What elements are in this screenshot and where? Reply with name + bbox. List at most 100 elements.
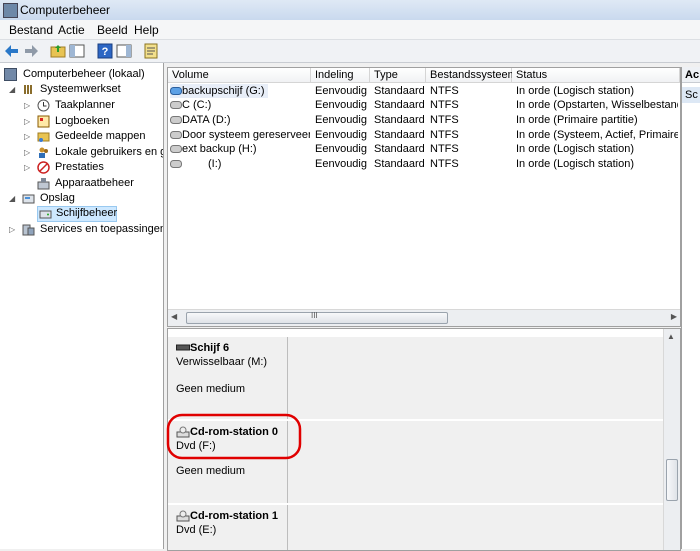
type-cell: Standaard: [374, 114, 425, 126]
disk-management-icon: [39, 207, 52, 220]
scroll-left-icon[interactable]: ◀: [171, 312, 177, 321]
status-cell: In orde (Primaire partitie): [516, 114, 638, 126]
status-cell: In orde (Systeem, Actief, Primaire pa: [516, 129, 678, 141]
device-manager-icon: [37, 177, 50, 190]
status-cell: In orde (Logisch station): [516, 158, 635, 170]
volume-cell: backupschijf (G:): [170, 84, 268, 98]
back-arrow-icon[interactable]: [4, 43, 20, 59]
users-icon: [37, 146, 50, 159]
type-cell: Standaard: [374, 85, 425, 97]
performance-icon: [37, 161, 50, 174]
scroll-thumb[interactable]: [666, 459, 678, 501]
title-bar: Computerbeheer: [0, 0, 700, 21]
scroll-right-icon[interactable]: ▶: [671, 312, 677, 321]
column-header-layout[interactable]: Indeling: [311, 68, 370, 83]
collapsed-arrow-icon[interactable]: ▷: [9, 225, 15, 234]
horizontal-scrollbar[interactable]: ◀ III ▶: [168, 309, 680, 326]
filesystem-cell: NTFS: [430, 114, 459, 126]
disk-title: Schijf 6: [176, 342, 229, 354]
tree-item-disk-management[interactable]: Schijfbeheer: [37, 206, 117, 222]
actions-item[interactable]: Sc: [682, 87, 700, 103]
disk-status: Geen medium: [176, 465, 246, 477]
window-title: Computerbeheer: [20, 3, 111, 17]
volume-list: Volume Indeling Type Bestandssysteem Sta…: [167, 67, 681, 327]
svg-text:?: ?: [102, 46, 109, 58]
annotation-highlight-ellipse: [166, 413, 302, 460]
console-tree-icon[interactable]: [69, 43, 85, 59]
scroll-thumb[interactable]: III: [186, 311, 448, 324]
cdrom-icon: [176, 510, 190, 522]
disk-partition-area: [288, 337, 664, 419]
collapsed-arrow-icon[interactable]: ▷: [24, 148, 30, 157]
scroll-up-icon[interactable]: ▲: [667, 332, 675, 341]
menu-beeld[interactable]: Beeld: [97, 23, 128, 37]
disk-partition-area: [288, 421, 664, 503]
column-header-type[interactable]: Type: [370, 68, 426, 83]
help-icon[interactable]: ?: [97, 43, 113, 59]
filesystem-cell: NTFS: [430, 129, 459, 141]
clock-icon: [37, 99, 50, 112]
collapsed-arrow-icon[interactable]: ▷: [24, 117, 30, 126]
drive-icon: [170, 145, 182, 154]
status-cell: In orde (Logisch station): [516, 85, 635, 97]
menu-actie[interactable]: Actie: [58, 23, 85, 37]
storage-icon: [22, 192, 35, 205]
column-header-status[interactable]: Status: [512, 68, 680, 83]
layout-cell: Eenvoudig: [315, 158, 367, 170]
layout-cell: Eenvoudig: [315, 99, 367, 111]
properties-icon[interactable]: [143, 43, 159, 59]
type-cell: Standaard: [374, 99, 425, 111]
computer-management-icon: [3, 3, 18, 18]
menu-help[interactable]: Help: [134, 23, 159, 37]
filesystem-cell: NTFS: [430, 85, 459, 97]
drive-icon: [170, 160, 182, 169]
toolbar: ?: [0, 40, 700, 63]
disk-status: Geen medium: [176, 383, 246, 395]
show-hide-pane-icon[interactable]: [116, 43, 132, 59]
filesystem-cell: NTFS: [430, 99, 459, 111]
volume-cell: (I:): [170, 157, 310, 171]
services-icon: [22, 223, 35, 236]
volume-cell: Door systeem gereserveerd: [170, 128, 310, 142]
collapsed-arrow-icon[interactable]: ▷: [24, 101, 30, 110]
volume-cell: ext backup (H:): [170, 142, 310, 156]
type-cell: Standaard: [374, 143, 425, 155]
drive-icon: [170, 116, 182, 125]
expanded-arrow-icon[interactable]: ◢: [9, 194, 15, 203]
menu-bestand[interactable]: Bestand: [9, 23, 53, 37]
layout-cell: Eenvoudig: [315, 85, 367, 97]
layout-cell: Eenvoudig: [315, 114, 367, 126]
drive-icon: [170, 87, 182, 96]
scroll-grip: III: [311, 311, 318, 320]
volume-cell: DATA (D:): [170, 113, 310, 127]
collapsed-arrow-icon[interactable]: ▷: [24, 132, 30, 141]
removable-disk-icon: [176, 344, 190, 351]
drive-icon: [170, 131, 182, 140]
layout-cell: Eenvoudig: [315, 129, 367, 141]
shared-folder-icon: [37, 130, 50, 143]
drive-icon: [170, 101, 182, 110]
disk-type: Verwisselbaar (M:): [176, 356, 268, 368]
event-log-icon: [37, 115, 50, 128]
computer-icon: [4, 68, 17, 81]
type-cell: Standaard: [374, 158, 425, 170]
actions-header: Ac: [682, 67, 700, 83]
status-cell: In orde (Logisch station): [516, 143, 635, 155]
expanded-arrow-icon[interactable]: ◢: [9, 85, 15, 94]
volume-cell: C (C:): [170, 98, 310, 112]
tools-icon: [22, 83, 35, 96]
actions-pane: Ac Sc: [681, 67, 700, 549]
vertical-scrollbar[interactable]: ▲: [663, 329, 680, 550]
disk-title: Cd-rom-station 1: [176, 510, 278, 522]
column-header-filesystem[interactable]: Bestandssysteem: [426, 68, 517, 83]
layout-cell: Eenvoudig: [315, 143, 367, 155]
filesystem-cell: NTFS: [430, 158, 459, 170]
console-tree: Computerbeheer (lokaal) ◢ Systeemwerkset…: [0, 63, 164, 549]
forward-arrow-icon[interactable]: [23, 43, 39, 59]
collapsed-arrow-icon[interactable]: ▷: [24, 163, 30, 172]
column-header-volume[interactable]: Volume: [168, 68, 311, 83]
menu-bar: Bestand Actie Beeld Help: [0, 20, 700, 40]
folder-up-icon[interactable]: [50, 43, 66, 59]
status-cell: In orde (Opstarten, Wisselbestand, C: [516, 99, 678, 111]
filesystem-cell: NTFS: [430, 143, 459, 155]
